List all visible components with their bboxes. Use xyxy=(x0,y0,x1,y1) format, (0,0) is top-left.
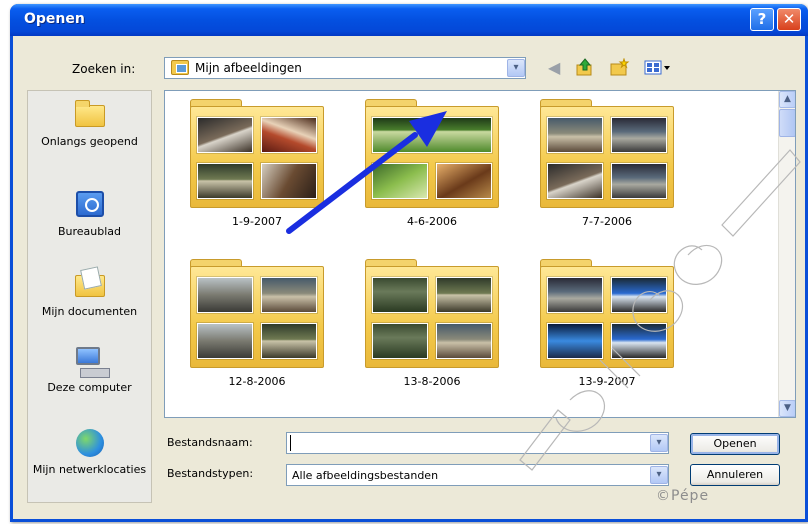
open-button[interactable]: Openen xyxy=(690,433,780,455)
places-bar: Onlangs geopend Bureaublad Mijn document… xyxy=(27,90,152,503)
photo-thumbnail xyxy=(372,117,492,153)
folder-tile[interactable] xyxy=(540,99,674,211)
filetype-dropdown-button[interactable]: ▾ xyxy=(650,466,668,484)
filename-input[interactable] xyxy=(286,432,669,454)
folder-tile[interactable] xyxy=(540,259,674,371)
photo-thumbnail xyxy=(197,277,253,313)
text-caret xyxy=(290,435,291,451)
place-label: Deze computer xyxy=(47,381,132,394)
filetype-label: Bestandstypen: xyxy=(167,467,254,480)
photo-thumbnail xyxy=(372,163,428,199)
photo-thumbnail xyxy=(197,163,253,199)
scroll-down-button[interactable]: ▼ xyxy=(779,400,795,417)
scroll-up-button[interactable]: ▲ xyxy=(779,91,795,108)
close-button[interactable]: ✕ xyxy=(777,8,801,31)
folder-label: 1-9-2007 xyxy=(232,215,282,228)
place-computer[interactable]: Deze computer xyxy=(28,345,151,394)
cancel-button[interactable]: Annuleren xyxy=(690,464,780,486)
network-icon xyxy=(75,429,104,457)
computer-icon xyxy=(75,347,110,378)
photo-thumbnail xyxy=(611,323,667,359)
place-label: Mijn documenten xyxy=(41,305,138,318)
folder-label: 13-9-2007 xyxy=(578,375,636,388)
help-button[interactable]: ? xyxy=(750,8,774,31)
new-folder-icon[interactable] xyxy=(610,57,630,81)
photo-thumbnail xyxy=(261,163,317,199)
folder-label: 4-6-2006 xyxy=(407,215,457,228)
place-documents[interactable]: Mijn documenten xyxy=(28,269,151,318)
photo-thumbnail xyxy=(197,117,253,153)
desktop-icon xyxy=(75,191,104,217)
photo-thumbnail xyxy=(372,277,428,313)
title-bar[interactable]: Openen ? ✕ xyxy=(10,4,808,36)
scroll-thumb[interactable] xyxy=(779,109,795,137)
place-network[interactable]: Mijn netwerklocaties xyxy=(28,427,151,476)
photo-thumbnail xyxy=(547,323,603,359)
view-menu-icon[interactable] xyxy=(644,58,672,81)
photo-thumbnail xyxy=(261,277,317,313)
pictures-folder-icon xyxy=(171,60,189,75)
photo-thumbnail xyxy=(436,277,492,313)
documents-icon xyxy=(74,275,105,297)
look-in-value: Mijn afbeeldingen xyxy=(195,61,302,75)
filename-label: Bestandsnaam: xyxy=(167,436,253,449)
photo-thumbnail xyxy=(611,117,667,153)
look-in-combo[interactable]: Mijn afbeeldingen ▾ xyxy=(164,57,526,79)
look-in-dropdown-button[interactable]: ▾ xyxy=(507,59,525,77)
photo-thumbnail xyxy=(436,163,492,199)
photo-thumbnail xyxy=(197,323,253,359)
photo-thumbnail xyxy=(261,323,317,359)
photo-thumbnail xyxy=(611,163,667,199)
filetype-value: Alle afbeeldingsbestanden xyxy=(292,469,439,482)
window-title: Openen xyxy=(24,11,85,27)
photo-thumbnail xyxy=(547,163,603,199)
folder-tile[interactable] xyxy=(365,259,499,371)
look-in-label: Zoeken in: xyxy=(72,62,136,76)
photo-thumbnail xyxy=(547,117,603,153)
file-list[interactable]: 1-9-2007 4-6-2006 7-7-2006 12-8-2006 13-… xyxy=(164,90,796,418)
watermark: ©Pépe xyxy=(656,488,710,504)
folder-tile[interactable] xyxy=(190,99,324,211)
place-desktop[interactable]: Bureaublad xyxy=(28,189,151,238)
place-label: Bureaublad xyxy=(57,225,122,238)
photo-thumbnail xyxy=(611,277,667,313)
place-label: Mijn netwerklocaties xyxy=(32,463,147,476)
photo-thumbnail xyxy=(436,323,492,359)
photo-thumbnail xyxy=(261,117,317,153)
folder-label: 13-8-2006 xyxy=(403,375,461,388)
filename-dropdown-button[interactable]: ▾ xyxy=(650,434,668,452)
folder-tile[interactable] xyxy=(190,259,324,371)
filetype-combo[interactable]: Alle afbeeldingsbestanden xyxy=(286,464,669,486)
photo-thumbnail xyxy=(547,277,603,313)
back-icon[interactable]: ◀ xyxy=(548,58,560,78)
up-folder-icon[interactable] xyxy=(576,58,594,81)
place-recent[interactable]: Onlangs geopend xyxy=(28,99,151,148)
vertical-scrollbar[interactable]: ▲ ▼ xyxy=(778,91,795,417)
folder-label: 7-7-2006 xyxy=(582,215,632,228)
recent-folder-icon xyxy=(74,100,105,127)
folder-tile[interactable] xyxy=(365,99,499,211)
folder-label: 12-8-2006 xyxy=(228,375,286,388)
place-label: Onlangs geopend xyxy=(41,135,138,148)
photo-thumbnail xyxy=(372,323,428,359)
